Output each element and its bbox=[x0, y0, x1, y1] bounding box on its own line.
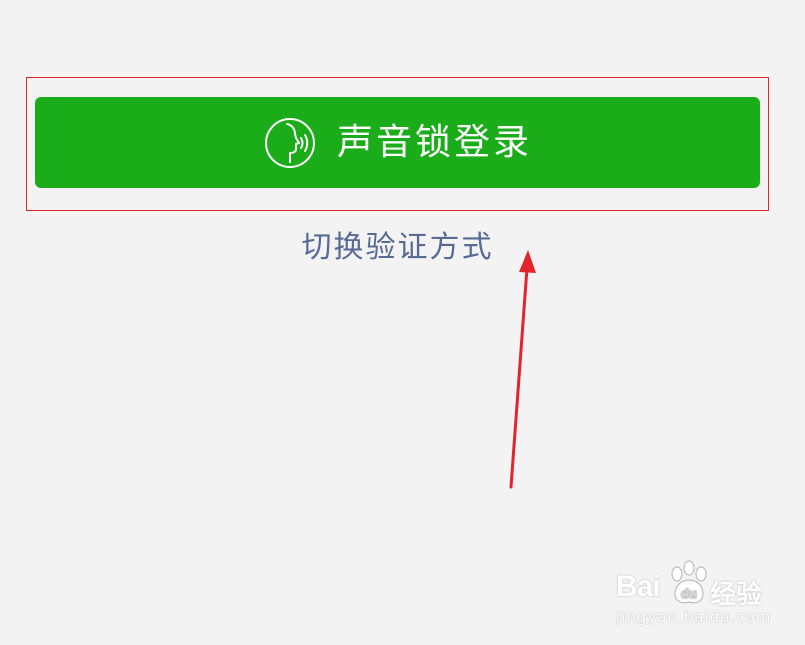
baidu-paw-icon: du bbox=[667, 560, 711, 606]
svg-text:du: du bbox=[681, 586, 697, 601]
switch-verification-method-link[interactable]: 切换验证方式 bbox=[0, 222, 795, 266]
voice-lock-login-button[interactable]: 声音锁登录 bbox=[35, 97, 760, 188]
voice-lock-login-label: 声音锁登录 bbox=[336, 121, 532, 163]
voice-face-icon bbox=[263, 116, 317, 170]
watermark-domain: jingyan.baidu.com bbox=[616, 608, 772, 626]
watermark-brand-cn: 经验 bbox=[710, 580, 763, 610]
watermark-brand: Bai bbox=[616, 570, 661, 603]
baidu-jingyan-watermark: Bai du 经验 jingyan.baidu.com bbox=[612, 558, 772, 630]
